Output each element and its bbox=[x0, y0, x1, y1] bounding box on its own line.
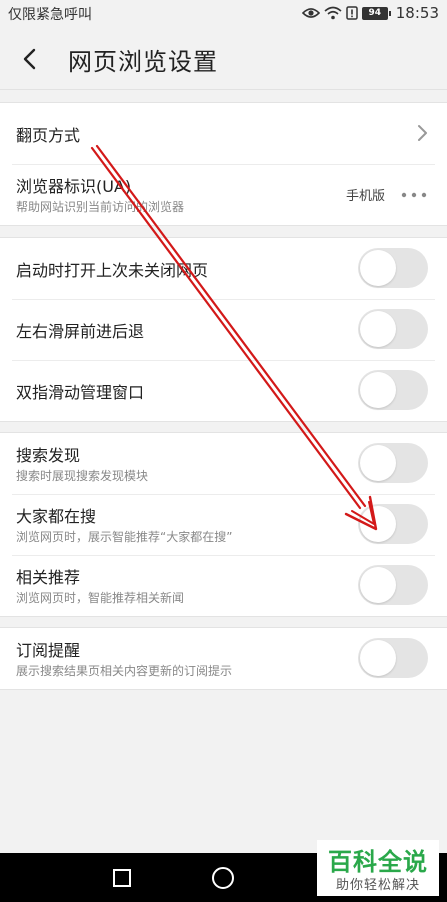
settings-group-browse: 翻页方式 浏览器标识(UA) 帮助网站识别当前访问的浏览器 手机版 bbox=[0, 102, 447, 226]
swipe-navigation-toggle[interactable] bbox=[358, 309, 428, 349]
recent-apps-icon[interactable] bbox=[113, 869, 131, 887]
two-finger-toggle[interactable] bbox=[358, 370, 428, 410]
row-title: 搜索发现 bbox=[16, 446, 81, 465]
row-browser-ua[interactable]: 浏览器标识(UA) 帮助网站识别当前访问的浏览器 手机版 bbox=[0, 164, 447, 225]
row-swipe-navigation: 左右滑屏前进后退 bbox=[0, 299, 447, 360]
row-restore-last-pages: 启动时打开上次未关闭网页 bbox=[0, 238, 447, 299]
row-subtitle: 浏览网页时，展示智能推荐“大家都在搜” bbox=[16, 530, 233, 544]
row-page-turn-mode[interactable]: 翻页方式 bbox=[0, 103, 447, 164]
row-title: 翻页方式 bbox=[16, 126, 81, 145]
status-icons: 94 18:53 bbox=[301, 3, 439, 23]
toggle-knob bbox=[360, 250, 396, 286]
toggle-knob bbox=[360, 640, 396, 676]
row-subscription-reminder: 订阅提醒 展示搜索结果页相关内容更新的订阅提示 bbox=[0, 628, 447, 689]
carrier-text: 仅限紧急呼叫 bbox=[8, 7, 92, 23]
row-title: 订阅提醒 bbox=[16, 641, 81, 660]
row-title: 浏览器标识(UA) bbox=[16, 177, 132, 196]
ua-value: 手机版 bbox=[345, 189, 385, 204]
watermark: 百科全说 助你轻松解决 bbox=[317, 840, 439, 896]
back-arrow-icon[interactable] bbox=[18, 45, 46, 73]
home-icon[interactable] bbox=[212, 867, 234, 889]
row-title: 左右滑屏前进后退 bbox=[16, 322, 145, 341]
row-title: 大家都在搜 bbox=[16, 507, 97, 526]
eye-icon bbox=[301, 8, 320, 18]
everyone-searching-toggle[interactable] bbox=[358, 504, 428, 544]
row-subtitle: 展示搜索结果页相关内容更新的订阅提示 bbox=[16, 664, 233, 678]
app-header: 网页浏览设置 bbox=[0, 26, 447, 90]
more-dots-icon[interactable] bbox=[401, 192, 427, 198]
toggle-knob bbox=[360, 567, 396, 603]
row-search-discovery: 搜索发现 搜索时展现搜索发现模块 bbox=[0, 433, 447, 494]
toggle-knob bbox=[360, 445, 396, 481]
toggle-knob bbox=[360, 311, 396, 347]
row-subtitle: 帮助网站识别当前访问的浏览器 bbox=[16, 200, 185, 214]
toggle-knob bbox=[360, 506, 396, 542]
row-two-finger-windows: 双指滑动管理窗口 bbox=[0, 360, 447, 421]
settings-group-subscribe: 订阅提醒 展示搜索结果页相关内容更新的订阅提示 bbox=[0, 627, 447, 690]
watermark-tagline: 助你轻松解决 bbox=[335, 878, 420, 893]
toggle-knob bbox=[360, 372, 396, 408]
clock: 18:53 bbox=[395, 4, 439, 22]
row-title: 启动时打开上次未关闭网页 bbox=[16, 261, 209, 280]
battery-icon: 94 bbox=[361, 6, 391, 20]
row-subtitle: 搜索时展现搜索发现模块 bbox=[16, 469, 149, 483]
row-title: 双指滑动管理窗口 bbox=[16, 383, 145, 402]
chevron-right-icon bbox=[418, 125, 427, 141]
settings-group-recommend: 搜索发现 搜索时展现搜索发现模块 大家都在搜 浏览网页时，展示智能推荐“大家都在… bbox=[0, 432, 447, 617]
page-title: 网页浏览设置 bbox=[68, 48, 218, 76]
row-related-recommend: 相关推荐 浏览网页时，智能推荐相关新闻 bbox=[0, 555, 447, 616]
alert-icon bbox=[346, 6, 358, 20]
status-bar: 仅限紧急呼叫 94 18:53 bbox=[0, 0, 447, 26]
related-recommend-toggle[interactable] bbox=[358, 565, 428, 605]
subscription-toggle[interactable] bbox=[358, 638, 428, 678]
watermark-title: 百科全说 bbox=[328, 848, 428, 876]
row-subtitle: 浏览网页时，智能推荐相关新闻 bbox=[16, 591, 185, 605]
search-discovery-toggle[interactable] bbox=[358, 443, 428, 483]
row-everyone-searching: 大家都在搜 浏览网页时，展示智能推荐“大家都在搜” bbox=[0, 494, 447, 555]
restore-pages-toggle[interactable] bbox=[358, 248, 428, 288]
wifi-icon bbox=[324, 6, 342, 20]
row-title: 相关推荐 bbox=[16, 568, 81, 587]
settings-group-gestures: 启动时打开上次未关闭网页 左右滑屏前进后退 双指滑动管理窗口 bbox=[0, 237, 447, 422]
